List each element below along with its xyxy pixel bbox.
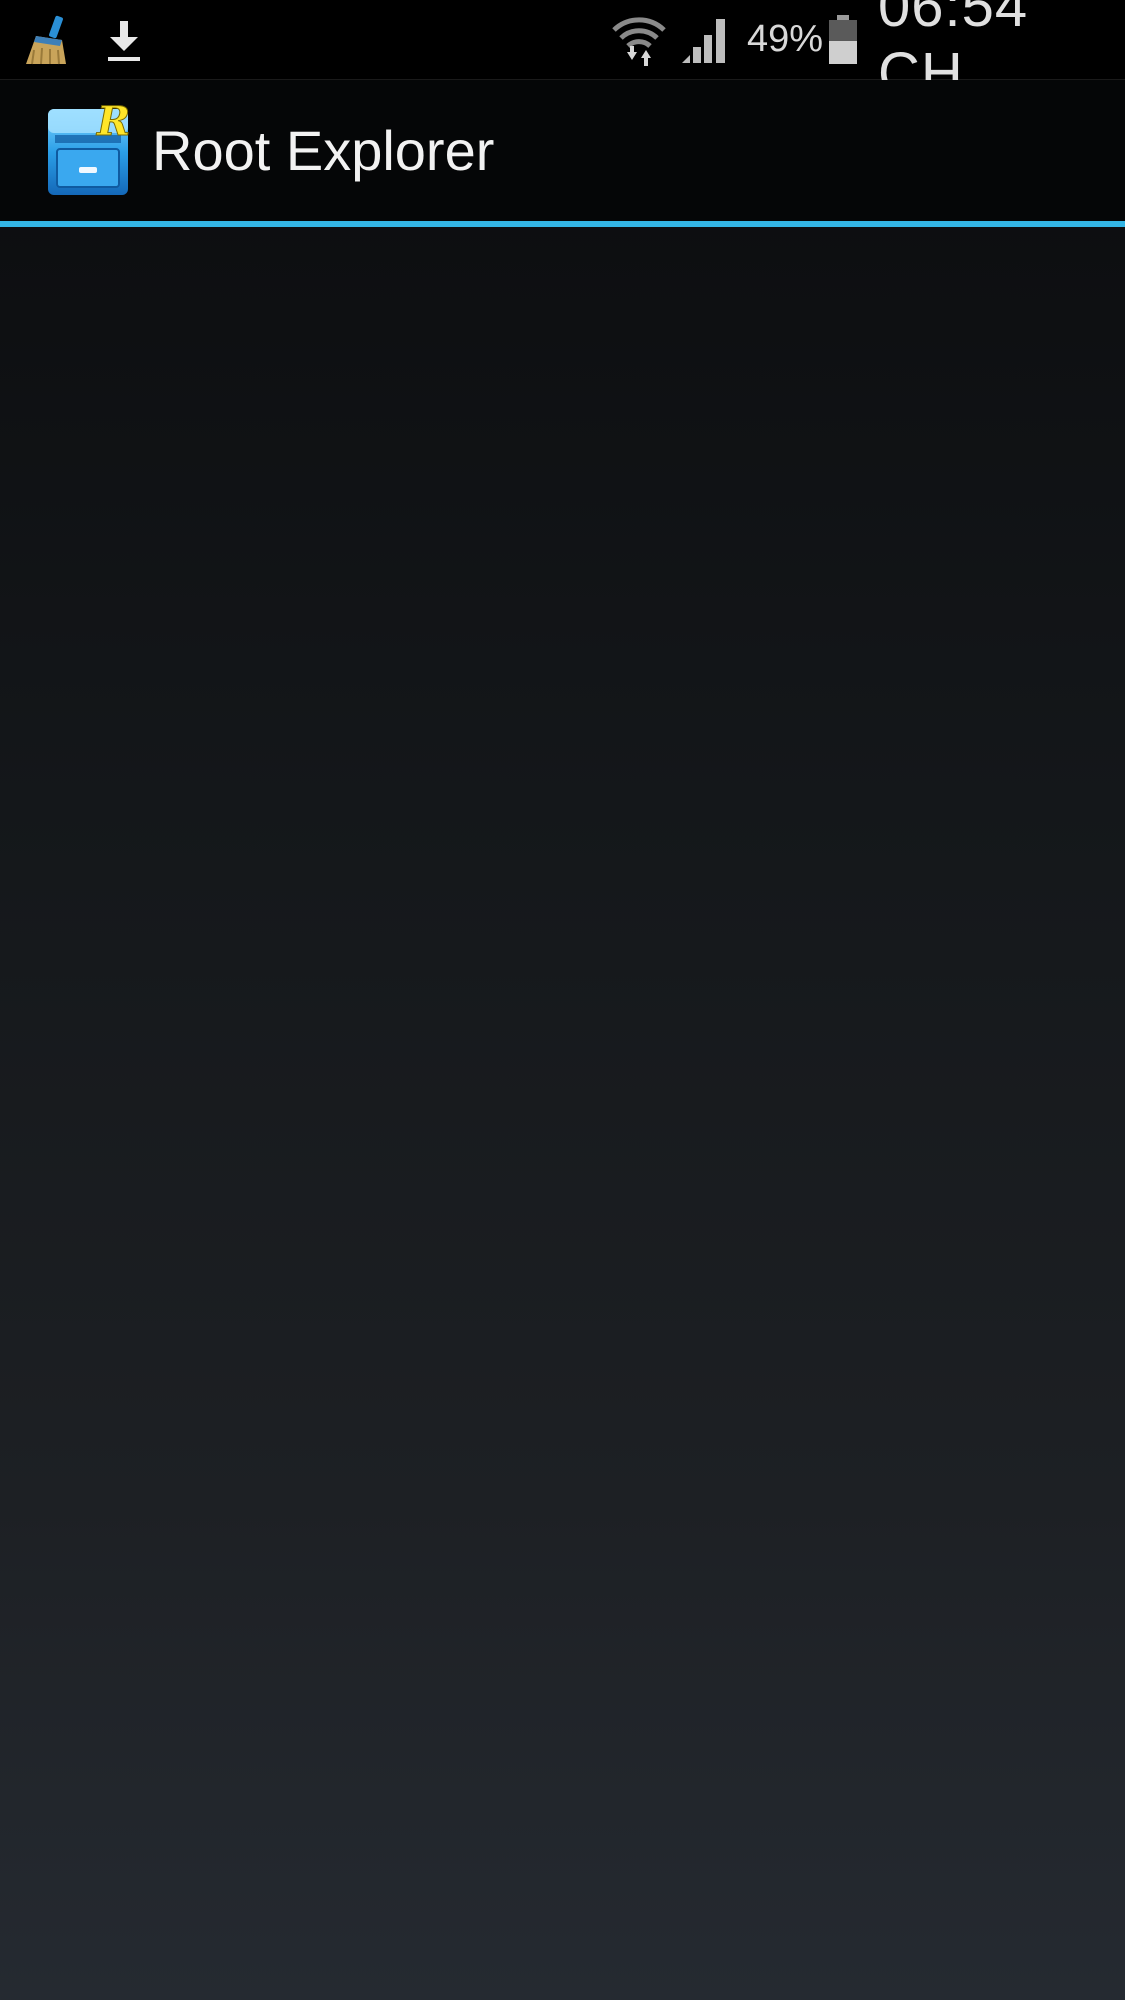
svg-text:R: R (96, 105, 130, 145)
wifi-icon (608, 0, 670, 79)
download-icon (100, 0, 148, 79)
root-explorer-app-icon[interactable]: R (45, 98, 131, 197)
cell-signal-icon (676, 0, 732, 79)
file-list-area[interactable] (0, 227, 1125, 2000)
clock: 06:54 CH (878, 0, 1029, 106)
app-title: Root Explorer (152, 119, 495, 182)
battery-percent: 49% (747, 18, 824, 60)
battery-icon (826, 0, 860, 79)
screen: 49% 06:54 CH R Root Explorer (0, 0, 1125, 2000)
cleaner-broom-icon (20, 0, 76, 79)
status-bar: 49% 06:54 CH (0, 0, 1125, 106)
